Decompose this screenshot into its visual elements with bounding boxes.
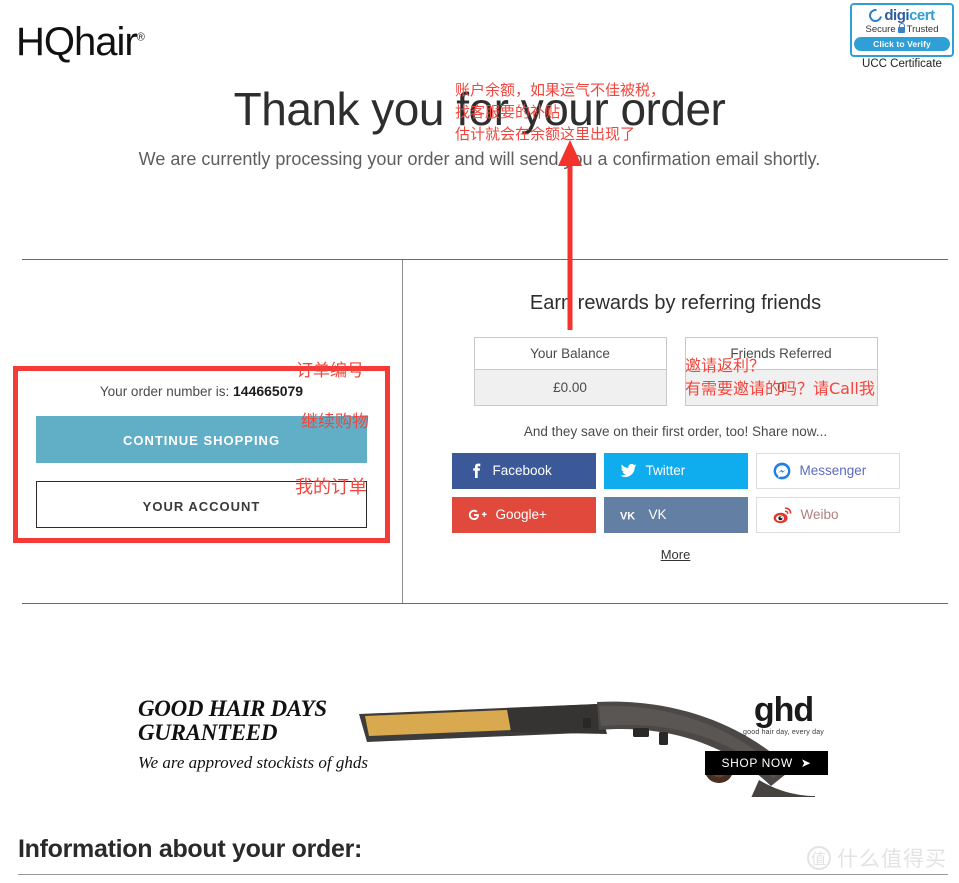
order-number-line: Your order number is: 144665079 (18, 371, 385, 399)
digicert-brand-part1: digi (884, 7, 910, 24)
share-subtitle: And they save on their first order, too!… (523, 424, 828, 439)
rewards-stats: Your Balance £0.00 Friends Referred 0 (403, 337, 948, 406)
confirmation-panel: Your order number is: 144665079 CONTINUE… (13, 259, 948, 604)
digicert-secure-label: Secure (865, 24, 896, 35)
order-actions-highlight-box: Your order number is: 144665079 CONTINUE… (13, 366, 390, 543)
banner-headline-line1: GOOD HAIR DAYS (138, 696, 327, 721)
digicert-logo: digicert (854, 6, 950, 25)
lock-icon (897, 23, 906, 33)
digicert-trusted-label: Trusted (906, 24, 939, 35)
digicert-subtitle: Secure Trusted (854, 23, 950, 35)
click-to-verify-button[interactable]: Click to Verify (854, 37, 950, 51)
order-number-label: Your order number is: (99, 384, 230, 399)
share-button-googleplus[interactable]: Google+ (451, 497, 596, 533)
site-watermark: 值 什么值得买 (807, 843, 947, 873)
googleplus-icon (468, 509, 487, 521)
stat-label-friends-referred: Friends Referred (685, 338, 877, 370)
stat-label-balance: Your Balance (474, 338, 666, 370)
your-account-button[interactable]: YOUR ACCOUNT (36, 481, 367, 528)
facebook-icon (472, 463, 480, 478)
page-title: Thank you for your order (233, 83, 726, 135)
stat-value-friends-referred: 0 (685, 370, 877, 405)
share-label-facebook: Facebook (492, 463, 552, 479)
ghd-tagline: good hair day, every day (743, 729, 824, 736)
registered-mark: ® (136, 31, 145, 44)
continue-shopping-button[interactable]: CONTINUE SHOPPING (36, 416, 367, 463)
shop-now-label: SHOP NOW (721, 756, 793, 770)
stat-value-balance: £0.00 (474, 370, 666, 405)
shop-now-button[interactable]: SHOP NOW ➤ (705, 751, 828, 775)
weibo-icon (773, 506, 791, 523)
digicert-badge[interactable]: digicert Secure Trusted Click to Verify … (850, 3, 954, 70)
share-label-messenger: Messenger (799, 463, 867, 479)
messenger-icon (773, 462, 790, 480)
logo-text: HQhair (16, 20, 138, 64)
page-header: HQhair® digicert Secure Trusted Click to… (0, 0, 959, 78)
svg-text:VK: VK (620, 510, 635, 521)
banner-copy: GOOD HAIR DAYS GURANTEED We are approved… (138, 696, 368, 773)
vk-icon: VK (620, 510, 635, 521)
hqhair-logo[interactable]: HQhair® (16, 20, 145, 64)
footer-divider (18, 874, 948, 875)
share-button-vk[interactable]: VK VK (603, 497, 748, 533)
referral-rewards-column: Earn rewards by referring friends Your B… (403, 260, 948, 603)
digicert-box[interactable]: digicert Secure Trusted Click to Verify (850, 3, 954, 57)
share-label-twitter: Twitter (645, 463, 686, 479)
share-label-googleplus: Google+ (495, 507, 547, 523)
rewards-title: Earn rewards by referring friends (529, 292, 822, 314)
social-share-grid: Facebook Twitter Messenger Google+ VK VK… (403, 453, 948, 533)
order-actions-column: Your order number is: 144665079 CONTINUE… (13, 260, 402, 603)
share-label-vk: VK (648, 507, 667, 523)
twitter-icon (620, 463, 637, 478)
ghd-logo: ghd good hair day, every day (743, 693, 824, 736)
ghd-promo-banner[interactable]: GOOD HAIR DAYS GURANTEED We are approved… (132, 677, 828, 797)
share-button-facebook[interactable]: Facebook (451, 453, 596, 489)
share-button-messenger[interactable]: Messenger (755, 453, 900, 489)
share-label-weibo: Weibo (800, 507, 839, 523)
share-button-weibo[interactable]: Weibo (755, 497, 900, 533)
share-button-twitter[interactable]: Twitter (603, 453, 748, 489)
watermark-text: 什么值得买 (837, 847, 947, 871)
stat-card-friends-referred: Friends Referred 0 (684, 337, 878, 406)
more-share-options-link[interactable]: More (403, 547, 948, 562)
ghd-wordmark: ghd (753, 691, 814, 729)
banner-headline-line2: GURANTEED (138, 720, 278, 746)
hero-section: Thank you for your order We are currentl… (0, 84, 959, 170)
stat-card-balance: Your Balance £0.00 (473, 337, 667, 406)
red-arrow-annotation (558, 140, 582, 330)
page-subtitle: We are currently processing your order a… (138, 148, 821, 169)
arrow-right-icon: ➤ (800, 756, 812, 770)
digicert-brand-part2: cert (909, 7, 935, 24)
order-number-value: 144665079 (233, 383, 304, 399)
order-info-heading: Information about your order: (18, 835, 363, 863)
banner-subline: We are approved stockists of ghds (138, 753, 368, 773)
digicert-swirl-icon (866, 6, 885, 25)
watermark-mark: 值 (807, 846, 831, 870)
digicert-caption: UCC Certificate (862, 58, 942, 70)
